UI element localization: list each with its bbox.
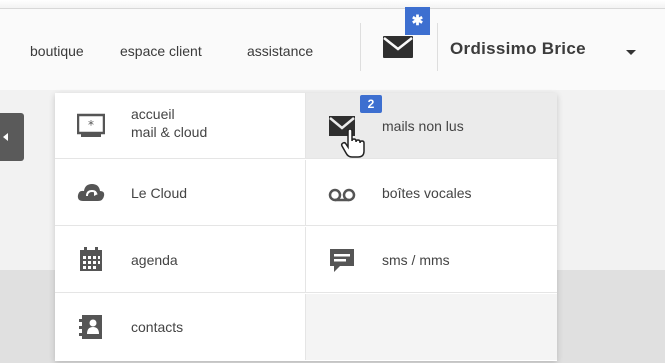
menu-label: boîtes vocales bbox=[382, 185, 472, 201]
menu-label: accueil mail & cloud bbox=[131, 105, 207, 141]
user-menu[interactable]: Ordissimo Brice bbox=[450, 39, 586, 59]
unread-count-badge: 2 bbox=[360, 95, 382, 113]
top-edge bbox=[0, 0, 665, 8]
menu-empty-cell bbox=[305, 294, 557, 360]
cloud-icon bbox=[77, 184, 105, 201]
menu-label: sms / mms bbox=[382, 252, 450, 268]
menu-label-line1: accueil bbox=[131, 106, 175, 122]
menu-label: mails non lus bbox=[382, 118, 464, 134]
menu-item-boites-vocales[interactable]: boîtes vocales bbox=[305, 160, 557, 226]
menu-label: contacts bbox=[131, 319, 184, 335]
nav-link-espace-client[interactable]: espace client bbox=[120, 43, 202, 59]
hand-pointer-icon bbox=[340, 129, 365, 158]
menu-label: Le Cloud bbox=[131, 185, 188, 201]
menu-item-accueil[interactable]: * accueil mail & cloud bbox=[55, 93, 305, 159]
menu-item-contacts[interactable]: contacts bbox=[55, 294, 305, 360]
menu-item-agenda[interactable]: agenda bbox=[55, 227, 305, 293]
chat-bubble-icon bbox=[330, 249, 354, 272]
divider bbox=[360, 23, 361, 71]
menu-item-sms-mms[interactable]: sms / mms bbox=[305, 227, 557, 293]
menu-label-line2: mail & cloud bbox=[131, 124, 208, 140]
home-screen-icon: * bbox=[77, 113, 105, 137]
menu-item-mails-non-lus[interactable]: 2 mails non lus bbox=[305, 93, 557, 159]
nav-link-assistance[interactable]: assistance bbox=[247, 43, 313, 59]
voicemail-icon bbox=[328, 188, 356, 202]
divider bbox=[437, 23, 438, 71]
notification-badge: ✱ bbox=[405, 7, 430, 35]
nav-link-boutique[interactable]: boutique bbox=[30, 43, 84, 59]
svg-text:*: * bbox=[88, 118, 94, 132]
menu-label: agenda bbox=[131, 252, 178, 268]
calendar-icon bbox=[80, 247, 102, 271]
chevron-down-icon[interactable] bbox=[626, 50, 636, 55]
mail-icon[interactable] bbox=[382, 33, 414, 61]
contacts-book-icon bbox=[79, 315, 102, 339]
top-navigation-bar: boutique espace client assistance ✱ Ordi… bbox=[0, 7, 665, 90]
menu-item-le-cloud[interactable]: Le Cloud bbox=[55, 160, 305, 226]
dropdown-menu: * accueil mail & cloud Le Cloud agenda c… bbox=[55, 93, 557, 361]
collapse-tab[interactable] bbox=[0, 113, 24, 161]
